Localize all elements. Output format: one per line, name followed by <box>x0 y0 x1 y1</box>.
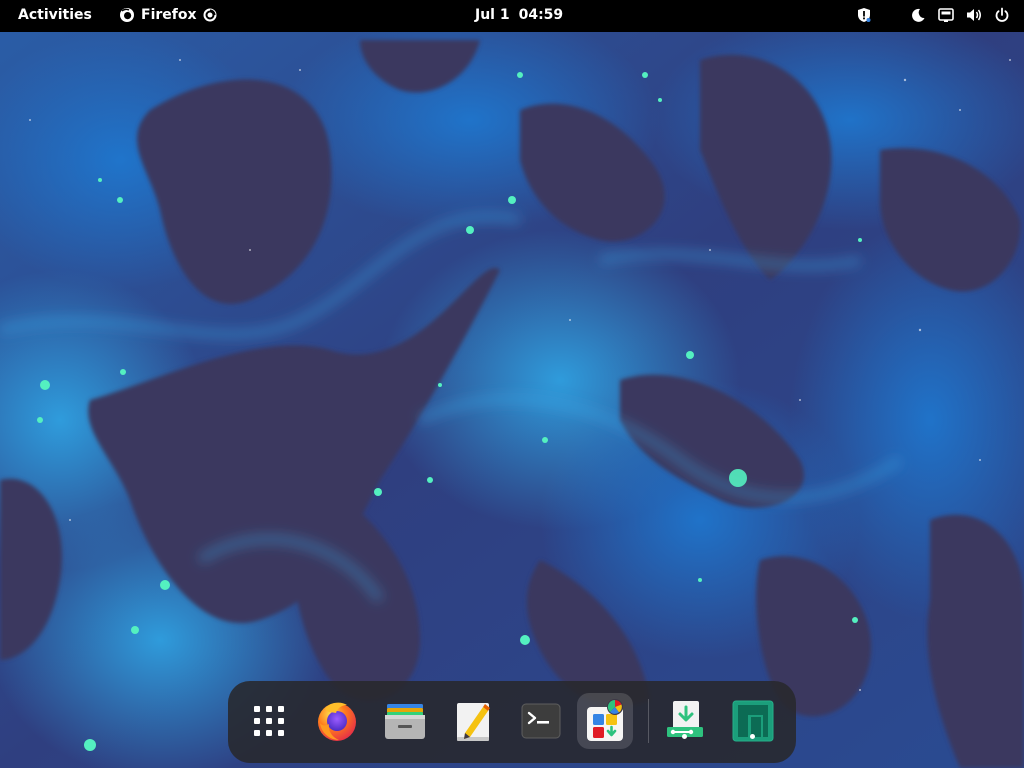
text-editor-icon <box>451 699 495 743</box>
running-indicator <box>750 734 755 739</box>
grid-icon <box>253 705 285 737</box>
loading-spinner-icon <box>203 8 217 22</box>
software-store-icon <box>583 699 627 743</box>
volume-icon <box>966 7 982 23</box>
app-menu[interactable]: Firefox <box>119 7 217 23</box>
dock-item-manjaro[interactable] <box>725 693 781 749</box>
clock-time: 04:59 <box>518 7 564 23</box>
night-light-icon <box>910 7 926 23</box>
app-menu-label: Firefox <box>141 7 197 23</box>
top-bar: Activities Firefox Jul 1 04:59 <box>0 0 1024 32</box>
dock-item-firefox[interactable] <box>309 693 365 749</box>
show-apps-button[interactable] <box>241 693 297 749</box>
files-icon <box>383 699 427 743</box>
system-tray[interactable] <box>856 7 1010 23</box>
clock-date: Jul 1 <box>475 7 510 23</box>
firefox-icon <box>119 7 135 23</box>
power-icon <box>994 7 1010 23</box>
network-icon <box>938 7 954 23</box>
dock-item-files[interactable] <box>377 693 433 749</box>
terminal-icon <box>519 699 563 743</box>
activities-button[interactable]: Activities <box>18 7 92 23</box>
clock[interactable]: Jul 1 04:59 <box>475 7 563 23</box>
running-indicator <box>682 734 687 739</box>
dock-item-installer[interactable] <box>657 693 713 749</box>
dock-item-software[interactable] <box>577 693 633 749</box>
dock-item-text-editor[interactable] <box>445 693 501 749</box>
firefox-icon <box>315 699 359 743</box>
dock-separator <box>648 699 649 743</box>
dock <box>228 681 796 763</box>
shield-alert-icon[interactable] <box>856 7 872 23</box>
desktop-wallpaper <box>0 0 1024 768</box>
dock-item-terminal[interactable] <box>513 693 569 749</box>
